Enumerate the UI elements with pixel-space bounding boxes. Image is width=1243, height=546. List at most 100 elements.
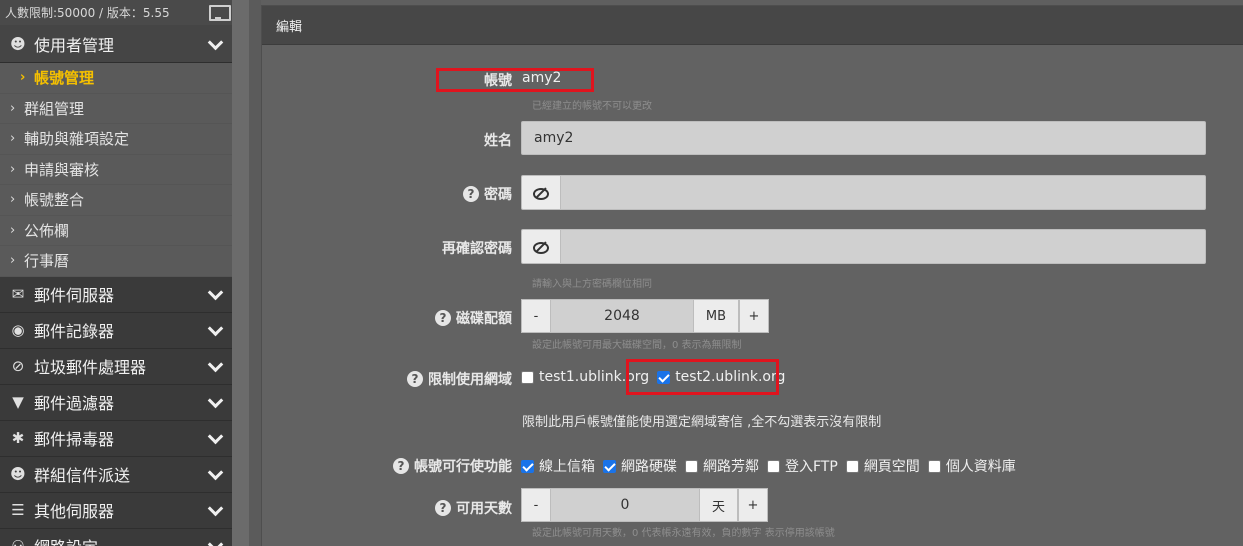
sidebar-item-label: 申請與審核 [24, 160, 100, 179]
sidebar-section-label: 群組信件派送 [34, 466, 131, 485]
days-label: ? 可用天數 [435, 498, 512, 518]
days-input[interactable]: 0 [551, 488, 699, 522]
sidebar-scroll-gutter[interactable] [232, 0, 249, 546]
chevron-right-icon: › [10, 222, 16, 238]
network-icon: ⚇ [11, 537, 25, 546]
toggle-visibility-button[interactable] [521, 175, 561, 210]
chevron-right-icon: › [10, 100, 16, 116]
server-icon: ☰ [11, 501, 25, 519]
days-decrement-button[interactable]: - [521, 488, 551, 522]
sidebar-section[interactable]: ✉ 郵件伺服器 [0, 276, 232, 313]
sidebar-item-label: 帳號管理 [34, 69, 95, 88]
feature-option-label: 線上信箱 [539, 459, 595, 475]
question-icon[interactable]: ? [407, 371, 423, 387]
name-label: 姓名 [484, 133, 512, 149]
question-icon[interactable]: ? [435, 310, 451, 326]
days-increment-button[interactable]: + [738, 488, 768, 522]
sidebar-section[interactable]: ✱ 郵件掃毒器 [0, 420, 232, 457]
days-stepper: - 0 天 + [521, 488, 768, 522]
sidebar-section[interactable]: ☻ 群組信件派送 [0, 456, 232, 493]
highlight-box-domain [626, 359, 779, 395]
toggle-visibility-button[interactable] [521, 229, 561, 264]
sidebar-section[interactable]: ▼ 郵件過濾器 [0, 384, 232, 421]
panel-title: 編輯 [262, 6, 1243, 45]
feature-option-label: 網路芳鄰 [703, 459, 759, 475]
content-gutter [249, 0, 261, 546]
password-input[interactable] [561, 175, 1206, 210]
sidebar-item[interactable]: › 公佈欄 [0, 215, 232, 246]
sidebar-item[interactable]: › 群組管理 [0, 93, 232, 124]
sidebar-section[interactable]: ☰ 其他伺服器 [0, 492, 232, 529]
features-label: ? 帳號可行使功能 [393, 456, 512, 476]
sidebar-item-label: 群組管理 [24, 99, 85, 118]
question-icon[interactable]: ? [463, 186, 479, 202]
sidebar-section-label: 使用者管理 [34, 35, 115, 55]
sidebar-section-label: 郵件記錄器 [34, 322, 115, 341]
confirm-password-help: 請輸入與上方密碼欄位相同 [532, 279, 652, 290]
sidebar-item[interactable]: › 帳號管理 [0, 63, 232, 94]
sidebar-item[interactable]: › 申請與審核 [0, 154, 232, 185]
quota-unit: MB [693, 299, 739, 333]
days-help: 設定此帳號可用天數，0 代表帳永遠有效，負的數字 表示停用該帳號 [532, 528, 835, 539]
domain-checkbox[interactable] [521, 370, 534, 384]
users-icon: ☻ [10, 465, 26, 483]
ban-icon: ⊘ [11, 357, 25, 375]
domains-note: 限制此用戶帳號僅能使用選定網域寄信 ,全不勾選表示沒有限制 [522, 415, 882, 430]
feature-option[interactable]: 網路硬碟 [603, 456, 677, 476]
feature-option[interactable]: 登入FTP [767, 456, 838, 476]
sidebar-item[interactable]: › 帳號整合 [0, 185, 232, 216]
quota-label: ? 磁碟配額 [435, 308, 512, 328]
chevron-right-icon: › [10, 253, 16, 269]
edit-panel: 編輯 帳號 amy2 已經建立的帳號不可以更改 姓名 amy2 ? 密碼 再確認密… [261, 5, 1243, 546]
sidebar-item[interactable]: › 行事曆 [0, 246, 232, 277]
quota-decrement-button[interactable]: - [521, 299, 551, 333]
license-info: 人數限制:50000 / 版本：5.55 [5, 6, 170, 20]
sidebar-section-label: 網路設定 [34, 534, 208, 546]
feature-option[interactable]: 個人資料庫 [927, 456, 1016, 476]
feature-checkbox[interactable] [521, 459, 534, 473]
feature-option-label: 網路硬碟 [621, 459, 677, 475]
highlight-box-account [436, 68, 594, 92]
sidebar-section-user-management[interactable]: ☻ 使用者管理 [0, 25, 232, 63]
feature-options: 線上信箱 網路硬碟 網路芳鄰 登入FTP 網頁空間 個人資料庫 [521, 456, 1024, 476]
eye-slash-icon [533, 241, 549, 254]
password-field [521, 175, 1206, 210]
quota-increment-button[interactable]: + [739, 299, 769, 333]
sidebar-item-label: 輔助與雜項設定 [24, 130, 130, 149]
password-label: ? 密碼 [463, 184, 512, 204]
sidebar: 人數限制:50000 / 版本：5.55 ☻ 使用者管理 › 帳號管理 › 群組管理 ›… [0, 0, 232, 546]
chevron-right-icon: › [10, 131, 16, 147]
feature-checkbox[interactable] [603, 459, 616, 473]
quota-input[interactable]: 2048 [551, 299, 693, 333]
question-icon[interactable]: ? [393, 458, 409, 474]
feature-option[interactable]: 網路芳鄰 [685, 456, 759, 476]
feature-option[interactable]: 線上信箱 [521, 456, 595, 476]
sidebar-item-label: 行事曆 [24, 252, 70, 271]
name-input[interactable]: amy2 [521, 121, 1206, 155]
feature-checkbox[interactable] [927, 459, 941, 473]
chevron-down-icon [208, 431, 222, 445]
sidebar-section[interactable]: ⊘ 垃圾郵件處理器 [0, 348, 232, 385]
chevron-down-icon [208, 503, 222, 517]
chevron-down-icon [208, 395, 222, 409]
sidebar-section[interactable]: ⚇ 網路設定 [0, 528, 232, 546]
chevron-right-icon: › [20, 70, 26, 86]
sidebar-item[interactable]: › 輔助與雜項設定 [0, 124, 232, 155]
chevron-down-icon [208, 359, 222, 373]
confirm-password-input[interactable] [561, 229, 1206, 264]
filter-icon: ▼ [12, 393, 24, 411]
question-icon[interactable]: ? [435, 500, 451, 516]
user-icon: ☻ [10, 34, 26, 53]
monitor-icon[interactable] [208, 5, 231, 21]
quota-stepper: - 2048 MB + [521, 299, 769, 333]
feature-option[interactable]: 網頁空間 [845, 456, 920, 476]
feature-checkbox[interactable] [685, 459, 698, 473]
eye-slash-icon [533, 187, 549, 200]
sidebar-top-bar: 人數限制:50000 / 版本：5.55 [0, 0, 232, 25]
feature-checkbox[interactable] [767, 459, 780, 473]
feature-checkbox[interactable] [845, 459, 859, 473]
sidebar-section[interactable]: ◉ 郵件記錄器 [0, 312, 232, 349]
chevron-right-icon: › [10, 192, 16, 208]
sidebar-section-label: 郵件過濾器 [34, 394, 115, 413]
account-help: 已經建立的帳號不可以更改 [532, 101, 652, 112]
